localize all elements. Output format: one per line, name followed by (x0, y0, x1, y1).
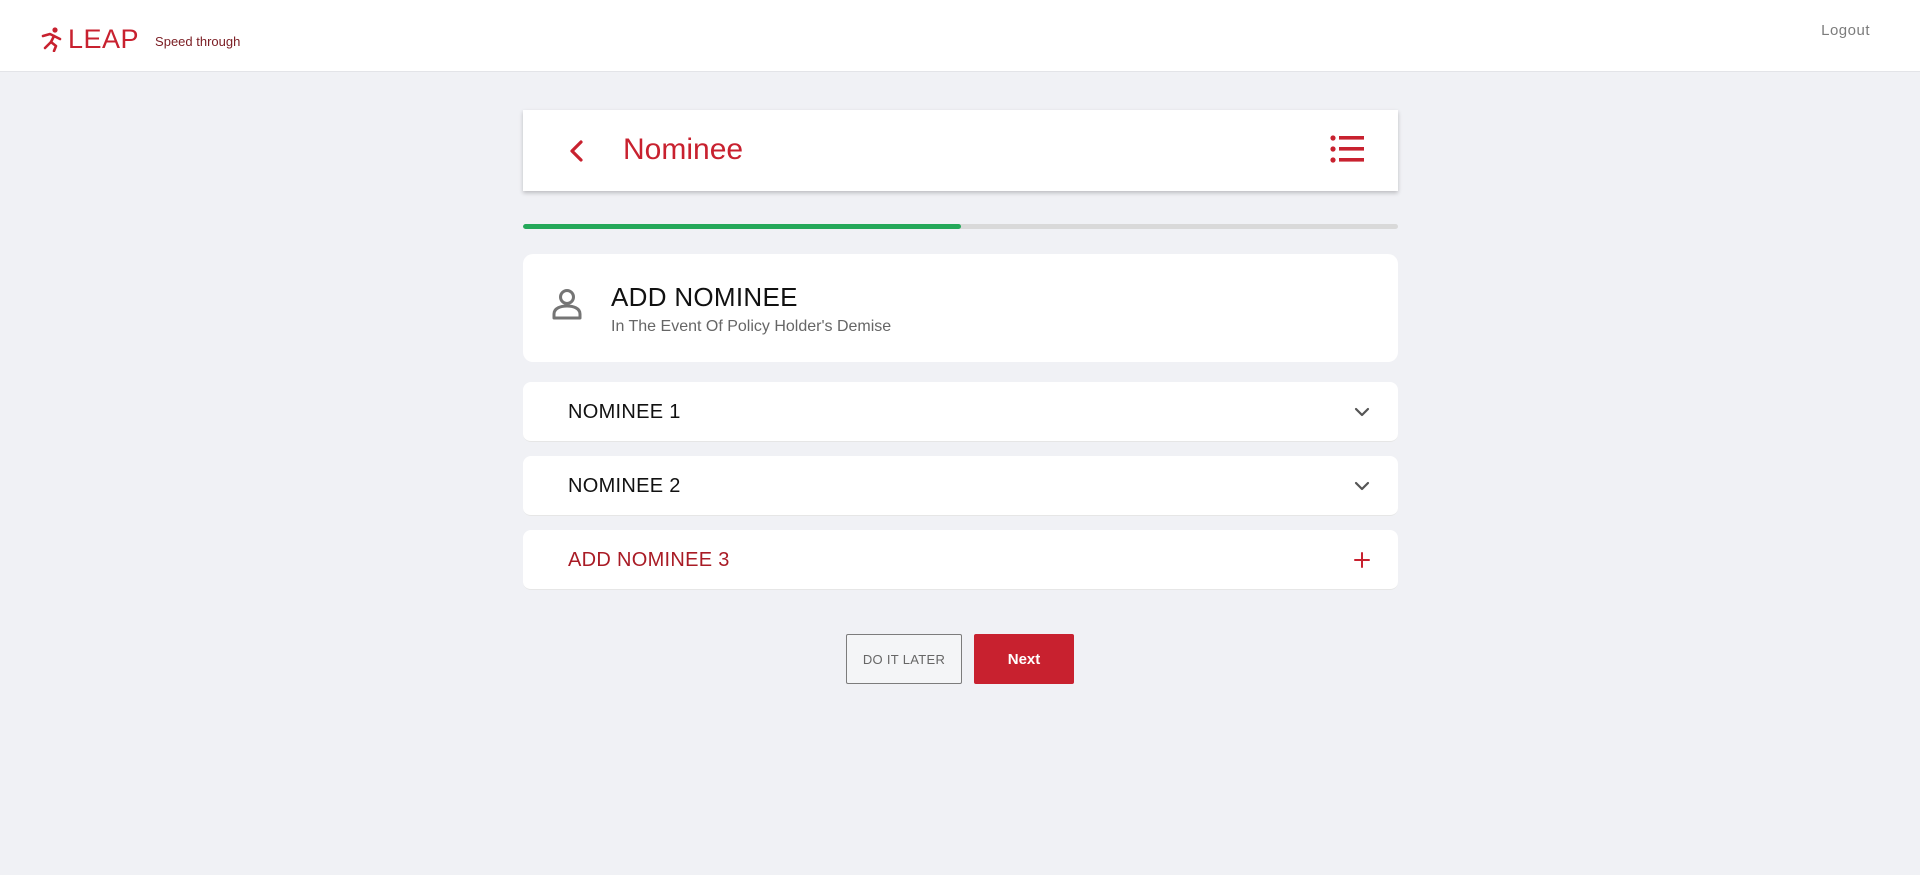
add-nominee-title: ADD NOMINEE (611, 282, 798, 312)
main-container: Nominee ADD NOMINEE In The Event Of Poli… (523, 110, 1398, 684)
person-icon (552, 289, 582, 320)
brand-name: LEAP (68, 24, 140, 54)
plus-icon (1354, 552, 1370, 568)
chevron-down-icon (1354, 481, 1370, 491)
add-nominee-3-button[interactable]: ADD NOMINEE 3 (523, 530, 1398, 590)
list-menu-icon[interactable] (1330, 134, 1364, 164)
chevron-down-icon (1354, 407, 1370, 417)
next-button[interactable]: Next (974, 634, 1074, 684)
add-nominee-subtitle: In The Event Of Policy Holder's Demise (611, 318, 892, 335)
add-nominee-3-label: ADD NOMINEE 3 (568, 549, 730, 571)
nominee-1-label: NOMINEE 1 (568, 401, 681, 423)
brand-logo[interactable]: LEAP Speed through (40, 24, 240, 54)
progress-bar-fill (523, 224, 961, 229)
progress-bar (523, 224, 1398, 229)
do-it-later-button[interactable]: DO IT LATER (846, 634, 962, 684)
form-actions: DO IT LATER Next (523, 634, 1398, 684)
nominee-2-accordion[interactable]: NOMINEE 2 (523, 456, 1398, 516)
chevron-left-icon[interactable] (563, 137, 591, 165)
add-nominee-card: ADD NOMINEE In The Event Of Policy Holde… (523, 254, 1398, 362)
brand-tagline: Speed through (155, 33, 241, 49)
logout-link[interactable]: Logout (1821, 22, 1870, 39)
page-title: Nominee (623, 133, 744, 166)
nominee-2-label: NOMINEE 2 (568, 475, 681, 497)
page-header: Nominee (523, 110, 1398, 191)
top-bar: LEAP Speed through Logout (0, 0, 1920, 72)
nominee-1-accordion[interactable]: NOMINEE 1 (523, 382, 1398, 442)
running-person-icon (41, 27, 62, 52)
